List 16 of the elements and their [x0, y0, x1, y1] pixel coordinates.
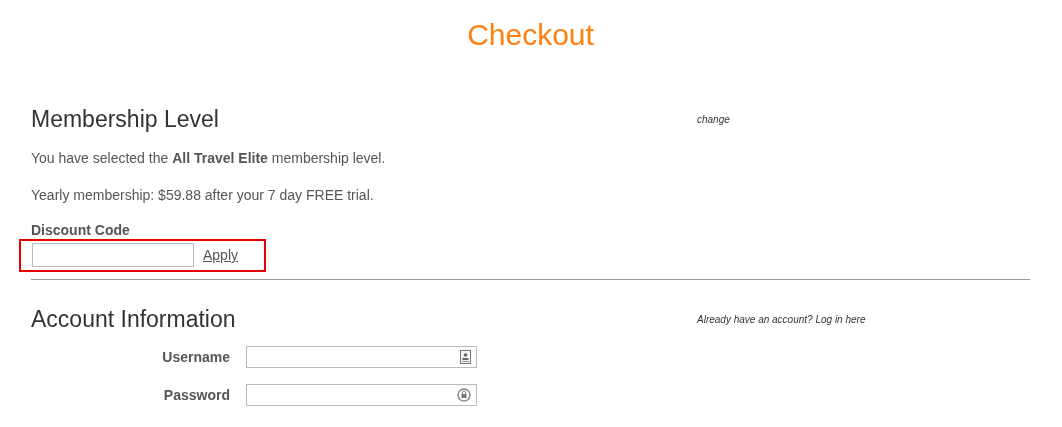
text-field[interactable]: [246, 346, 477, 368]
selected-level-text: You have selected the All Travel Elite membership level.: [31, 149, 387, 168]
discount-code-field[interactable]: [32, 243, 194, 267]
field-label: Password: [162, 387, 230, 403]
text-field[interactable]: [246, 384, 477, 406]
change-link[interactable]: change: [697, 113, 730, 125]
pricing-text: Yearly membership: $59.88 after your 7 day FREE trial.: [31, 186, 375, 205]
section-heading: Membership Level: [31, 105, 220, 134]
contact-card-icon: [460, 350, 471, 364]
login-link[interactable]: Already have an account? Log in here: [697, 313, 866, 325]
field-label: Username: [161, 349, 230, 365]
section-heading: Account Information: [31, 305, 237, 334]
discount-code-label: Discount Code: [31, 221, 131, 239]
page-title: Checkout: [466, 17, 595, 53]
lock-icon: [457, 388, 471, 402]
apply-link[interactable]: Apply: [203, 247, 239, 263]
